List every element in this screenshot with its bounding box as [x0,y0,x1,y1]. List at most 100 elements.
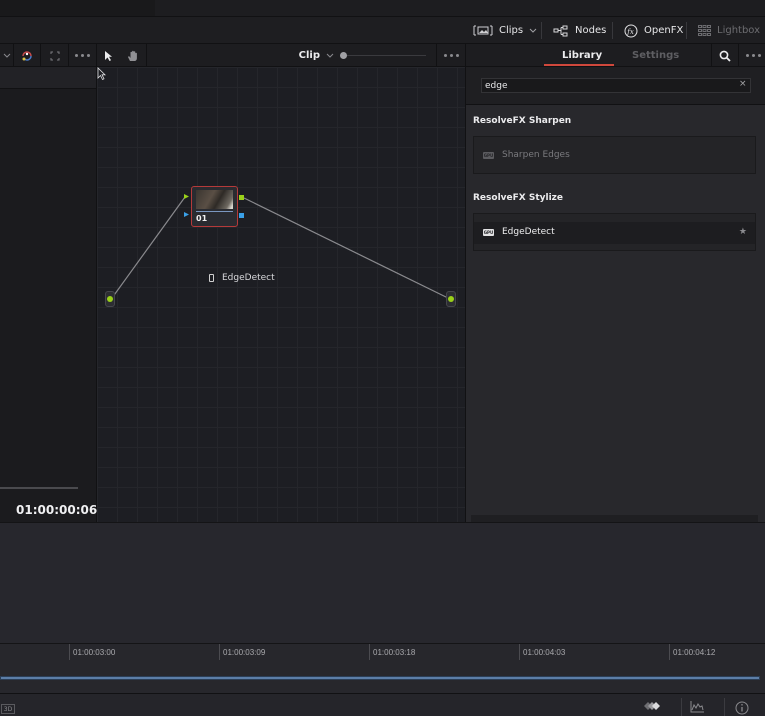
library-search-input[interactable] [481,78,751,93]
openfx-label: OpenFX [644,25,684,36]
source-input-node[interactable] [105,291,115,307]
ruler-tick [69,644,70,660]
node-editor-toolbar: Clip [0,44,465,67]
clear-search-icon[interactable]: × [739,79,747,89]
top-strip [0,0,765,17]
color-wheel-button[interactable] [14,44,41,67]
active-tab-indicator [544,64,614,66]
timeline-clip[interactable] [0,676,760,680]
scopes-icon[interactable] [690,701,704,713]
ruler-tick [369,644,370,660]
ruler-label: 01:00:03:09 [223,648,266,657]
openfx-library-panel: Library Settings × ResolveFX Sharpen GPU… [465,44,765,522]
collapse-button[interactable] [0,44,14,67]
effect-drag-icon [209,274,214,282]
zoom-slider-handle[interactable] [340,51,347,59]
viewer-timecode: 01:00:00:06 [16,503,98,517]
color-picker-icon [22,50,32,61]
bottom-status-bar: 3D [0,694,765,716]
library-more-button[interactable] [741,44,765,67]
ruler-tick [669,644,670,660]
corrector-node[interactable]: 01 [191,186,238,227]
node-input-rgb-port[interactable] [184,194,189,199]
connection-node-to-output [243,197,449,299]
nodes-label: Nodes [575,25,607,36]
drag-ghost-label: EdgeDetect [222,273,275,283]
svg-text:fx: fx [626,28,634,36]
node-output-rgb-port[interactable] [239,195,244,200]
chevron-down-icon [529,28,537,33]
fit-view-button[interactable] [41,44,69,67]
toolbar-divider [686,22,687,39]
davinci-resolve-color-page: Clips Nodes fx OpenFX Lightbox Clip 01:0… [0,0,765,716]
lightbox-button[interactable]: Lightbox [698,17,760,44]
more-icon [443,54,459,57]
library-search-row: × [466,67,765,105]
mouse-cursor-icon [97,67,106,81]
search-toggle-button[interactable] [711,44,739,67]
library-horizontal-scrollbar[interactable] [471,515,758,522]
section-title-sharpen: ResolveFX Sharpen [473,116,572,126]
timeline-ruler[interactable]: 01:00:03:00 01:00:03:09 01:00:03:18 01:0… [0,643,765,667]
ruler-label: 01:00:04:12 [673,648,716,657]
keyframes-icon[interactable] [644,701,662,711]
search-icon [719,50,731,62]
tab-settings[interactable]: Settings [632,44,679,67]
gpu-badge-icon: GPU [483,228,494,236]
clips-timeline-area [0,522,765,643]
chevron-down-icon [326,53,334,58]
ruler-label: 01:00:04:03 [523,648,566,657]
ruler-label: 01:00:03:00 [73,648,116,657]
node-label: 01 [196,214,208,223]
openfx-icon: fx [624,24,638,37]
clips-icon [473,25,493,36]
3d-button[interactable]: 3D [1,704,15,714]
nodes-icon [553,25,568,36]
status-divider [681,698,682,716]
node-more-button[interactable] [437,44,465,67]
openfx-button[interactable]: fx OpenFX [624,17,683,44]
node-mode-bar: Clip [147,44,437,67]
viewer-pane: 01:00:00:06 [0,67,97,522]
more-icon [746,54,761,57]
favorite-star-icon[interactable]: ★ [739,227,747,237]
node-input-alpha-port[interactable] [184,212,189,217]
ruler-tick [519,644,520,660]
viewer-scrubber[interactable] [0,487,78,489]
nodes-button[interactable]: Nodes [553,17,606,44]
clips-button[interactable]: Clips [473,17,537,44]
fx-item-label: Sharpen Edges [502,150,570,160]
clips-label: Clips [499,25,524,36]
more-icon [75,54,90,57]
mode-select[interactable]: Clip [299,50,320,61]
info-icon[interactable] [735,701,749,715]
section-title-stylize: ResolveFX Stylize [473,193,564,203]
ruler-tick [219,644,220,660]
output-port-dot [448,296,454,302]
node-graph[interactable]: 01 EdgeDetect [97,67,465,522]
zoom-slider[interactable] [340,51,426,60]
timeline-track [0,667,765,694]
status-divider [724,698,725,716]
hand-tool-icon[interactable] [127,50,139,62]
drag-ghost-effect: EdgeDetect [209,273,275,283]
connection-input-to-node [111,196,186,299]
expand-icon [50,51,59,60]
output-node[interactable] [446,291,456,307]
viewer-strip [0,67,96,89]
chevron-down-icon [3,53,10,58]
node-thumbnail [196,190,233,209]
lightbox-icon [698,25,711,36]
top-strip-segment [0,0,155,16]
fx-item-edgedetect[interactable]: GPU EdgeDetect ★ [473,213,756,251]
pointer-tool-icon[interactable] [104,50,114,62]
fx-item-label: EdgeDetect [502,227,555,237]
fx-item-sharpen-edges[interactable]: GPU Sharpen Edges [473,136,756,174]
toolbar-divider [612,22,613,39]
lightbox-label: Lightbox [717,25,761,36]
input-port-dot [107,296,113,302]
node-output-alpha-port[interactable] [239,213,244,218]
gpu-badge-icon: GPU [483,151,494,159]
more-options-button[interactable] [69,44,97,67]
ruler-label: 01:00:03:18 [373,648,416,657]
